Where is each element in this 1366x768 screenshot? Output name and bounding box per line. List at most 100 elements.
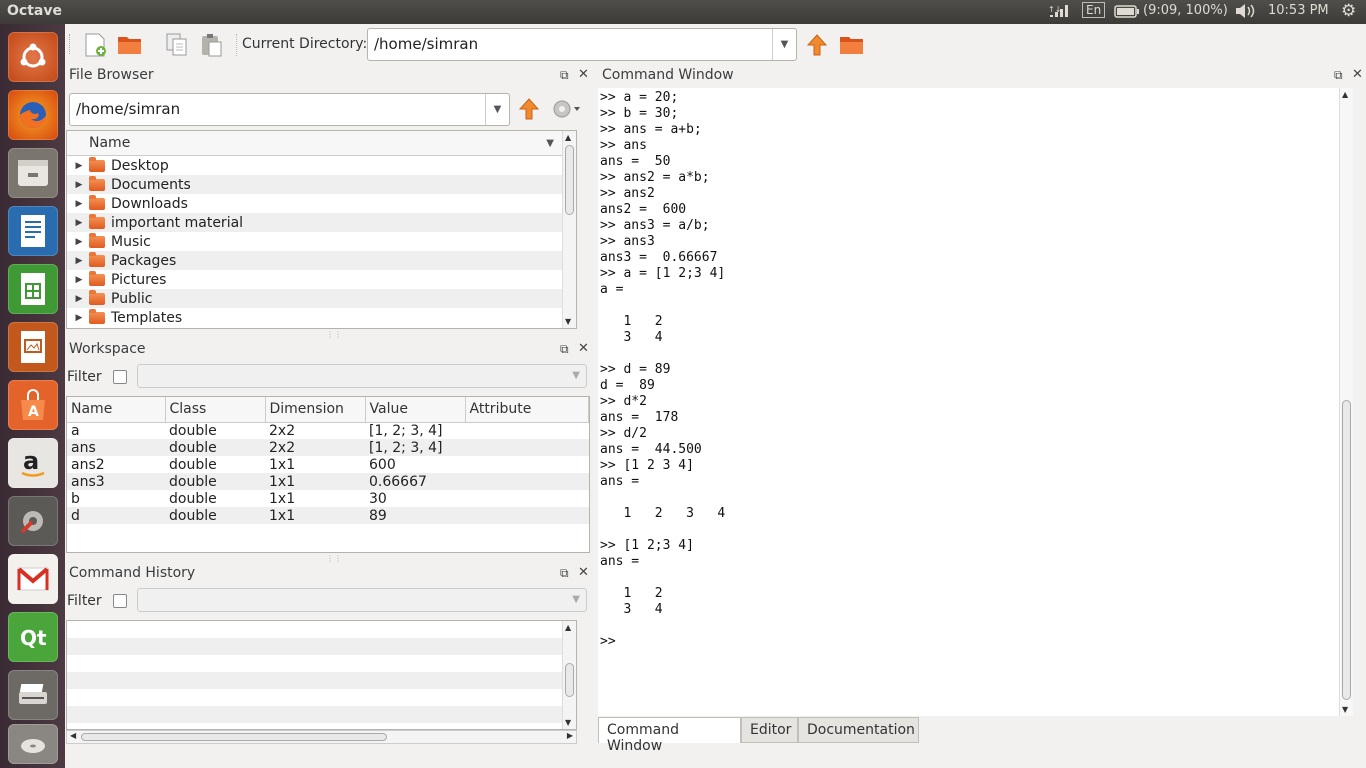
workspace-filter-combo[interactable]: ▼ [137,364,587,388]
undock-icon[interactable]: ⧉ [560,342,569,357]
scroll-down-icon[interactable]: ▼ [565,317,571,326]
chevron-down-icon[interactable]: ▼ [485,94,509,125]
battery-status[interactable]: (9:09, 100%) [1143,3,1228,18]
chevron-down-icon[interactable]: ▼ [772,29,796,60]
clock[interactable]: 10:53 PM [1268,3,1329,18]
file-tree-item[interactable]: ▶ Packages [67,251,564,270]
file-tree-item[interactable]: ▶ important material [67,213,564,232]
column-header-dimension[interactable]: Dimension [265,397,366,423]
undock-icon[interactable]: ⧉ [1334,68,1343,83]
expand-arrow-icon[interactable]: ▶ [73,275,85,285]
scroll-up-icon[interactable]: ▲ [1342,90,1348,99]
chevron-down-icon[interactable]: ▼ [572,594,580,605]
disk-icon[interactable] [8,724,58,764]
tab-editor[interactable]: Editor [741,717,798,743]
scrollbar-thumb[interactable] [565,145,574,215]
scroll-up-icon[interactable]: ▲ [565,623,571,632]
workspace-row[interactable]: ans3 double 1x1 0.66667 [67,473,589,490]
file-tree-header[interactable]: Name ▼ [67,131,576,156]
workspace-row[interactable]: d double 1x1 89 [67,507,589,524]
ubuntu-dash-icon[interactable] [8,32,58,82]
workspace-row[interactable]: ans2 double 1x1 600 [67,456,589,473]
scrollbar-thumb[interactable] [1342,400,1351,700]
qt-creator-icon[interactable]: Qt [8,612,58,662]
open-folder-icon[interactable] [117,32,143,56]
column-header-attribute[interactable]: Attribute [465,397,589,423]
workspace-row[interactable]: b double 1x1 30 [67,490,589,507]
files-icon[interactable] [8,148,58,198]
software-center-icon[interactable]: A [8,380,58,430]
system-settings-icon[interactable] [8,496,58,546]
close-icon[interactable]: ✕ [578,341,589,356]
file-tree-item[interactable]: ▶ Templates [67,308,564,327]
column-header-value[interactable]: Value [365,397,466,423]
scrollbar-thumb[interactable] [81,733,387,741]
battery-icon[interactable] [1114,5,1140,22]
undock-icon[interactable]: ⧉ [560,566,569,581]
file-tree-scrollbar[interactable]: ▲ ▼ [562,131,576,328]
workspace-row[interactable]: ans double 2x2 [1, 2; 3, 4] [67,439,589,456]
history-scrollbar[interactable]: ▲ ▼ [562,621,576,729]
console-scrollbar[interactable]: ▲ ▼ [1339,88,1353,716]
gmail-icon[interactable] [8,554,58,604]
workspace-row[interactable]: a double 2x2 [1, 2; 3, 4] [67,422,589,439]
column-header-name[interactable]: Name [67,397,166,423]
scroll-right-icon[interactable]: ▶ [567,731,573,740]
browse-directory-icon[interactable] [839,34,865,58]
expand-arrow-icon[interactable]: ▶ [73,218,85,228]
paste-icon[interactable] [199,32,225,57]
close-icon[interactable]: ✕ [578,67,589,82]
scanner-icon[interactable] [8,670,58,720]
file-tree-item[interactable]: ▶ Desktop [67,156,564,175]
close-icon[interactable]: ✕ [1352,67,1363,82]
copy-icon[interactable] [164,32,190,56]
expand-arrow-icon[interactable]: ▶ [73,294,85,304]
sort-chevron-icon[interactable]: ▼ [546,138,554,149]
new-script-icon[interactable] [83,32,109,57]
file-tree-item[interactable]: ▶ Pictures [67,270,564,289]
amazon-icon[interactable]: a [8,438,58,488]
scrollbar-thumb[interactable] [565,663,574,697]
impress-icon[interactable] [8,322,58,372]
scroll-down-icon[interactable]: ▼ [565,718,571,727]
expand-arrow-icon[interactable]: ▶ [73,161,85,171]
file-tree-item[interactable]: ▶ Documents [67,175,564,194]
file-browser-path-combo[interactable]: /home/simran ▼ [69,93,510,126]
scroll-left-icon[interactable]: ◀ [70,731,76,740]
file-tree-item[interactable]: ▶ Downloads [67,194,564,213]
splitter-handle[interactable]: ⋮⋮ [326,330,342,339]
close-icon[interactable]: ✕ [578,565,589,580]
history-filter-checkbox[interactable] [113,594,127,608]
settings-gear-icon[interactable] [551,97,580,121]
command-history-list[interactable]: ▲ ▼ [66,620,577,730]
file-tree-item[interactable]: ▶ Music [67,232,564,251]
scroll-down-icon[interactable]: ▼ [1342,705,1348,714]
scroll-up-icon[interactable]: ▲ [565,133,571,142]
current-directory-combo[interactable]: /home/simran ▼ [367,28,797,61]
network-icon[interactable]: ↑↓ [1048,3,1070,23]
splitter-handle[interactable]: ⋮⋮ [326,554,342,563]
tab-command-window[interactable]: Command Window [598,717,741,754]
expand-arrow-icon[interactable]: ▶ [73,256,85,266]
tab-documentation[interactable]: Documentation [798,717,919,743]
expand-arrow-icon[interactable]: ▶ [73,180,85,190]
expand-arrow-icon[interactable]: ▶ [73,313,85,323]
volume-icon[interactable] [1234,3,1256,23]
history-hscrollbar[interactable]: ◀ ▶ [66,730,577,744]
undock-icon[interactable]: ⧉ [560,68,569,83]
firefox-icon[interactable] [8,90,58,140]
keyboard-layout-indicator[interactable]: En [1082,2,1106,18]
directory-up-icon[interactable] [805,33,831,57]
workspace-filter-checkbox[interactable] [113,370,127,384]
chevron-down-icon[interactable]: ▼ [572,370,580,381]
history-filter-combo[interactable]: ▼ [137,588,587,612]
column-header-class[interactable]: Class [165,397,266,423]
gear-icon[interactable]: ⚙ [1341,1,1356,21]
expand-arrow-icon[interactable]: ▶ [73,199,85,209]
command-window-console[interactable]: >> a = 20; >> b = 30; >> ans = a+b; >> ans a… [598,88,1353,716]
directory-up-icon[interactable] [517,97,543,121]
writer-icon[interactable] [8,206,58,256]
calc-icon[interactable] [8,264,58,314]
file-tree-item[interactable]: ▶ Public [67,289,564,308]
expand-arrow-icon[interactable]: ▶ [73,237,85,247]
